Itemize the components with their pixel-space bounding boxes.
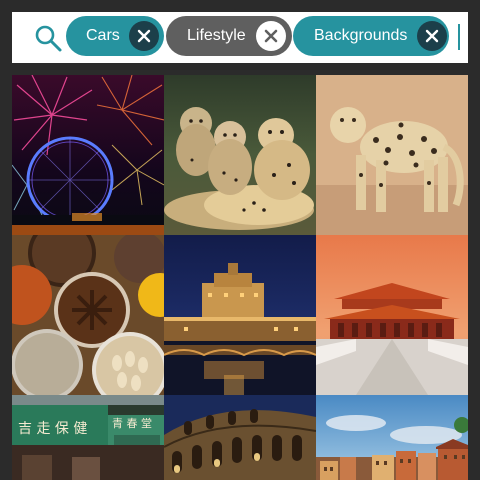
image-grid: 吉 走 保 健 青 春 堂 [12,75,468,480]
chip-label: Backgrounds [314,27,408,44]
chip-label: Lifestyle [187,27,246,44]
filter-chip-lifestyle[interactable]: Lifestyle [166,16,292,56]
close-icon[interactable] [129,21,159,51]
chip-label: Cars [86,27,120,44]
coastal-town-photo[interactable] [316,395,468,480]
search-bar: Cars Lifestyle Backgrounds [12,12,468,63]
search-icon[interactable] [34,24,64,54]
chinese-street-signs-photo[interactable]: 吉 走 保 健 青 春 堂 [12,395,164,480]
close-icon[interactable] [256,21,286,51]
colosseum-photo[interactable] [164,395,316,480]
close-icon[interactable] [417,21,447,51]
fireworks-ferris-wheel-photo[interactable] [12,75,164,235]
cheetahs-photo[interactable] [164,75,316,235]
leopard-photo[interactable] [316,75,468,235]
text-cursor [458,24,460,50]
sign-text: 吉 走 保 健 [18,421,87,437]
castle-sant-angelo-night-photo[interactable] [164,235,316,395]
filter-chip-cars[interactable]: Cars [66,16,164,56]
forbidden-city-photo[interactable] [316,235,468,395]
spices-photo[interactable] [12,235,164,395]
sign-text: 青 春 堂 [112,417,152,430]
filter-chip-backgrounds[interactable]: Backgrounds [293,16,449,56]
